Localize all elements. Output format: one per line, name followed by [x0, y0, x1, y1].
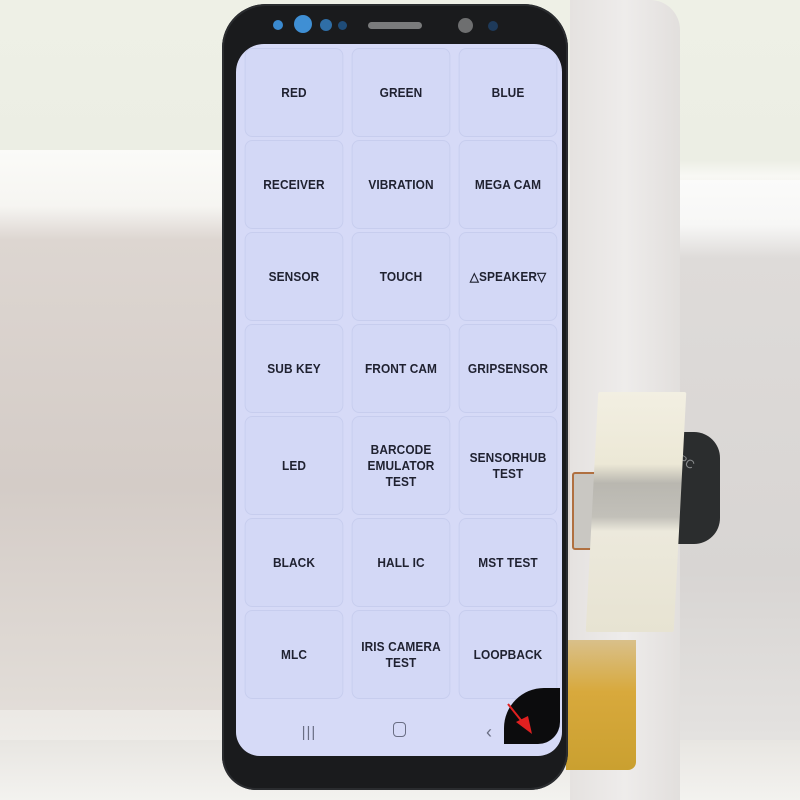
- test-loopback-button[interactable]: LOOPBACK: [458, 610, 558, 699]
- phone-screen: RED GREEN BLUE RECEIVER VIBRATION MEGA C…: [236, 44, 562, 756]
- proximity-sensor-icon: [273, 20, 283, 30]
- red-arrow-icon: [507, 703, 532, 734]
- test-speaker-button[interactable]: △SPEAKER▽: [458, 232, 558, 321]
- test-sensorhub-button[interactable]: SENSORHUB TEST: [458, 416, 558, 515]
- earpiece-speaker: [368, 22, 422, 29]
- test-blue-button[interactable]: BLUE: [458, 48, 558, 137]
- phone-device: RED GREEN BLUE RECEIVER VIBRATION MEGA C…: [222, 4, 568, 790]
- kapton-tape: [566, 640, 636, 770]
- iris-led-icon: [488, 21, 498, 31]
- test-vibration-button[interactable]: VIBRATION: [351, 140, 451, 229]
- recents-icon[interactable]: |||: [289, 724, 329, 741]
- test-receiver-button[interactable]: RECEIVER: [244, 140, 344, 229]
- iris-scanner-icon: [294, 15, 312, 33]
- test-red-button[interactable]: RED: [244, 48, 344, 137]
- led-indicator-icon: [338, 21, 347, 30]
- home-button[interactable]: [379, 722, 419, 742]
- test-hall-ic-button[interactable]: HALL IC: [351, 518, 451, 607]
- home-icon: [392, 722, 406, 737]
- light-sensor-icon: [320, 19, 332, 31]
- test-mlc-button[interactable]: MLC: [244, 610, 344, 699]
- test-sub-key-button[interactable]: SUB KEY: [244, 324, 344, 413]
- test-front-cam-button[interactable]: FRONT CAM: [351, 324, 451, 413]
- test-touch-button[interactable]: TOUCH: [351, 232, 451, 321]
- test-iris-camera-button[interactable]: IRIS CAMERA TEST: [351, 610, 451, 699]
- test-mega-cam-button[interactable]: MEGA CAM: [458, 140, 558, 229]
- test-gripsensor-button[interactable]: GRIPSENSOR: [458, 324, 558, 413]
- test-barcode-emulator-button[interactable]: BARCODE EMULATOR TEST: [351, 416, 451, 515]
- masking-tape: [585, 392, 687, 632]
- background-box-left: [0, 150, 240, 710]
- phone-top-bezel: [222, 4, 568, 48]
- test-green-button[interactable]: GREEN: [351, 48, 451, 137]
- test-black-button[interactable]: BLACK: [244, 518, 344, 607]
- test-mst-button[interactable]: MST TEST: [458, 518, 558, 607]
- test-sensor-button[interactable]: SENSOR: [244, 232, 344, 321]
- front-camera-icon: [458, 18, 473, 33]
- hidden-test-menu-grid: RED GREEN BLUE RECEIVER VIBRATION MEGA C…: [242, 48, 558, 702]
- test-led-button[interactable]: LED: [244, 416, 344, 515]
